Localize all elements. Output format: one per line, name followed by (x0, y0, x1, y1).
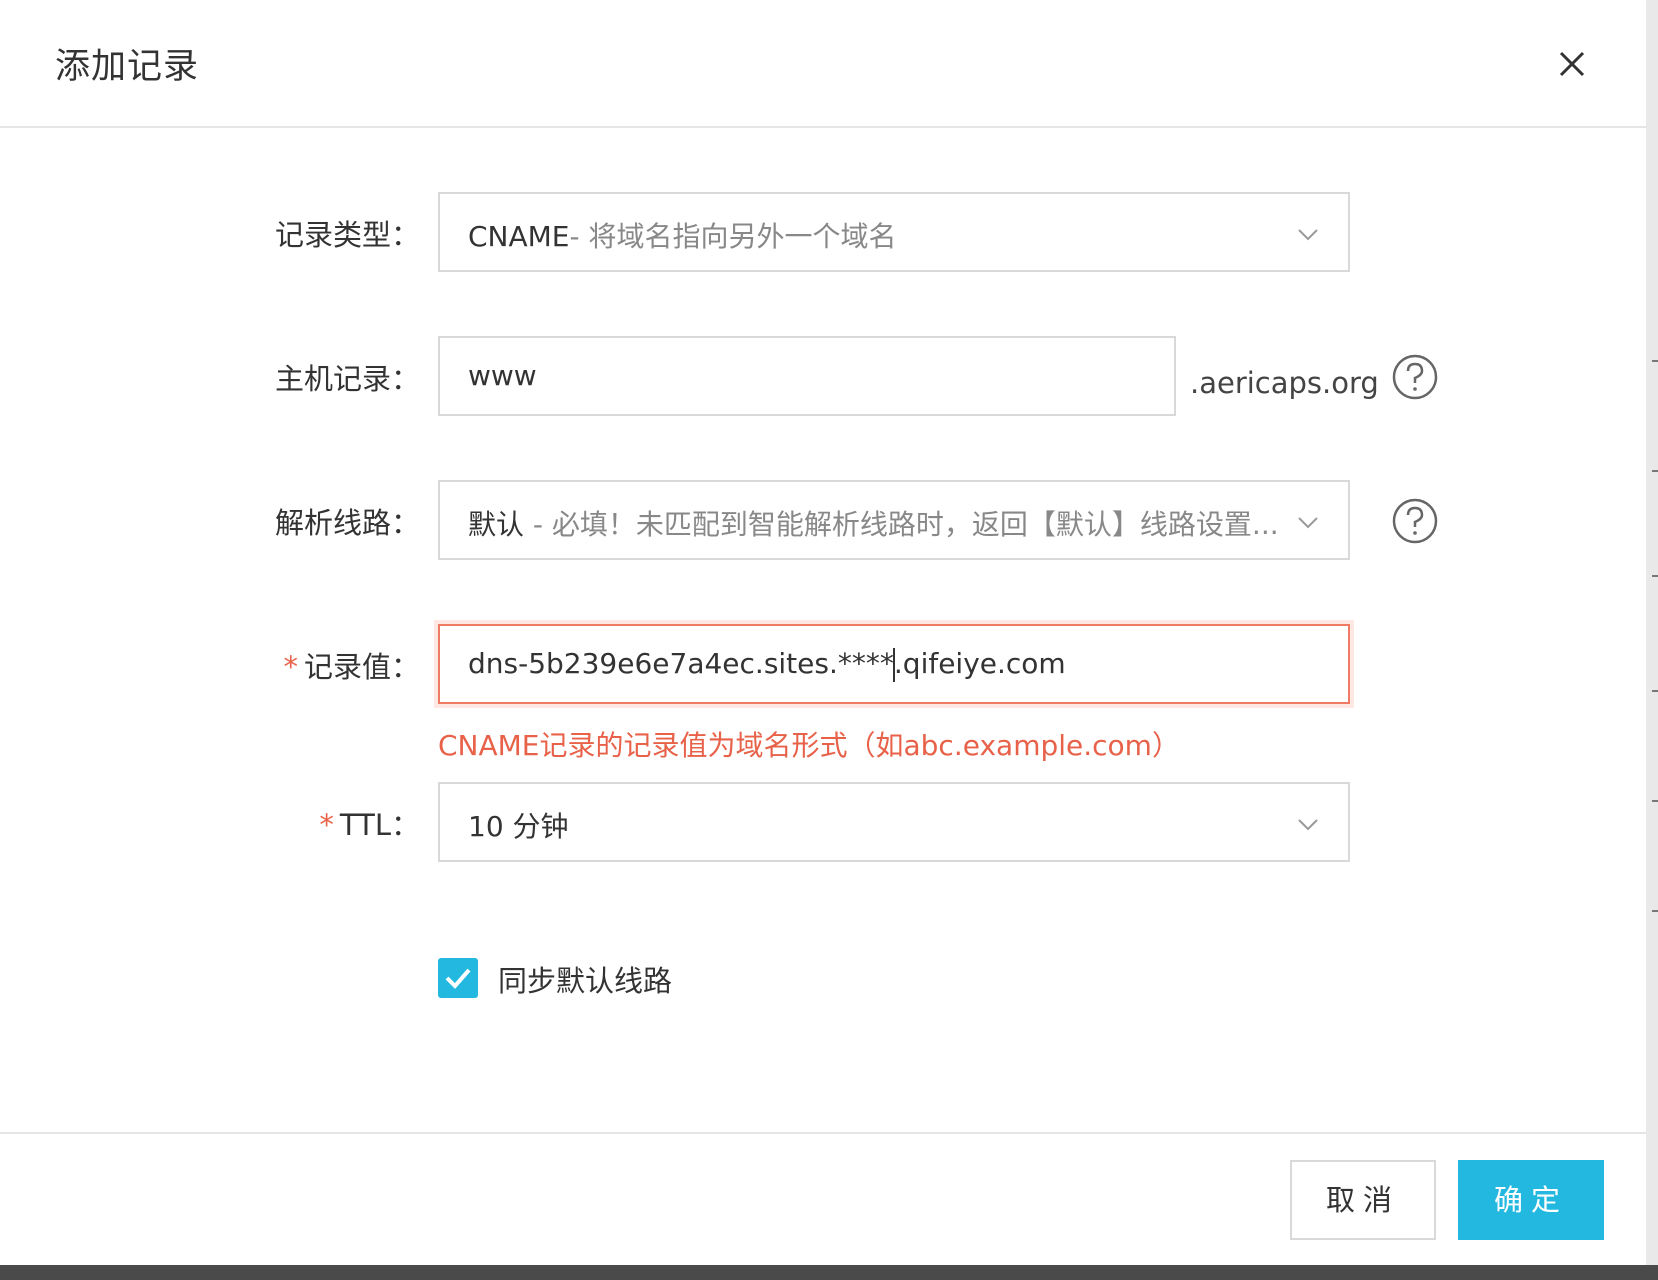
domain-suffix: .aericaps.org (1190, 366, 1379, 400)
line-value: 默认 (468, 508, 525, 541)
dialog-title: 添加记录 (55, 47, 200, 87)
host-label: 主机记录： (274, 362, 420, 396)
line-desc: - 必填！未匹配到智能解析线路时，返回【默认】线路设置... (524, 508, 1279, 541)
question-circle-icon (1392, 498, 1438, 544)
line-label: 解析线路： (274, 506, 420, 540)
required-mark: * (283, 650, 298, 684)
host-help-button[interactable] (1392, 354, 1438, 400)
required-mark: * (319, 808, 334, 842)
confirm-button[interactable]: 确定 (1458, 1160, 1604, 1240)
background-tick (1652, 470, 1658, 472)
record-value-error: CNAME记录的记录值为域名形式（如abc.example.com） (438, 729, 1180, 762)
line-select[interactable]: 默认 - 必填！未匹配到智能解析线路时，返回【默认】线路设置... (438, 480, 1350, 560)
background-page-edge (1646, 0, 1658, 1265)
record-type-desc: - 将域名指向另外一个域名 (569, 220, 897, 253)
record-type-label: 记录类型： (274, 218, 420, 252)
question-circle-icon (1392, 354, 1438, 400)
close-icon (1559, 51, 1585, 77)
background-tick (1652, 910, 1658, 912)
record-type-value: CNAME (468, 220, 570, 253)
background-tick (1652, 690, 1658, 692)
record-value-input[interactable]: dns-5b239e6e7a4ec.sites.****.qifeiye.com (438, 624, 1350, 704)
record-value-label: * 记录值： (283, 650, 420, 684)
chevron-down-icon (1298, 229, 1318, 241)
record-type-select[interactable]: CNAME- 将域名指向另外一个域名 (438, 192, 1350, 272)
close-button[interactable] (1550, 42, 1594, 86)
background-tick (1652, 800, 1658, 802)
chevron-down-icon (1298, 819, 1318, 831)
checkmark-icon (445, 968, 471, 989)
dialog-header: 添加记录 (0, 0, 1646, 128)
add-record-dialog: 添加记录 记录类型： CNAME- 将域名指向另外一个域名 主机记录： www … (0, 0, 1646, 1265)
sync-default-line-label: 同步默认线路 (498, 964, 673, 998)
sync-default-line-checkbox[interactable] (438, 958, 478, 998)
background-tick (1652, 360, 1658, 362)
cancel-button[interactable]: 取消 (1290, 1160, 1436, 1240)
ttl-label: * TTL： (319, 808, 420, 842)
chevron-down-icon (1298, 517, 1318, 529)
ttl-select[interactable]: 10 分钟 (438, 782, 1350, 862)
host-input[interactable]: www (438, 336, 1176, 416)
background-tick (1652, 575, 1658, 577)
line-help-button[interactable] (1392, 498, 1438, 544)
